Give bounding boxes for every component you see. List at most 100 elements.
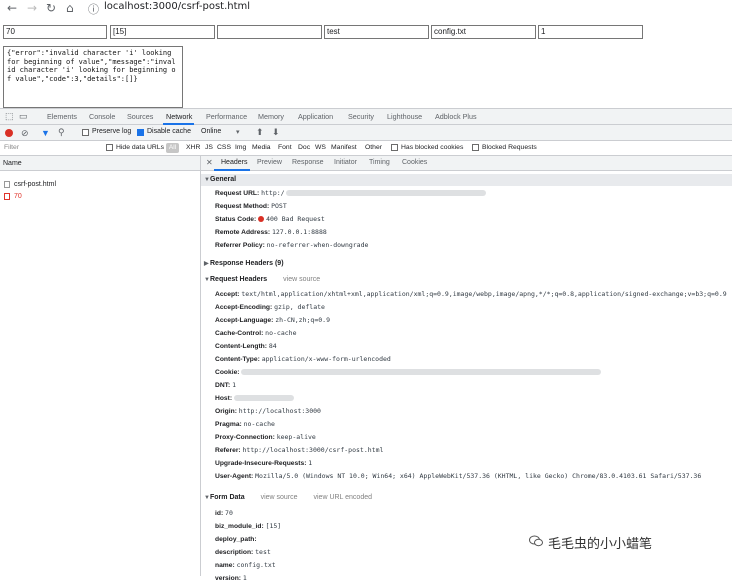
request-details: ✕ Headers Preview Response Initiator Tim…	[201, 156, 732, 582]
filter-xhr[interactable]: XHR	[186, 144, 200, 151]
biz-module-id-input[interactable]: [15]	[110, 25, 215, 39]
tab-network[interactable]: Network	[166, 112, 192, 121]
tab-response[interactable]: Response	[292, 159, 324, 166]
tab-sources[interactable]: Sources	[127, 112, 153, 121]
redacted-blur	[233, 395, 294, 402]
version-input[interactable]: 1	[538, 25, 643, 39]
chevron-down-icon[interactable]: ▾	[236, 128, 240, 136]
tab-initiator[interactable]: Initiator	[334, 159, 357, 166]
preserve-log-checkbox[interactable]	[82, 129, 89, 136]
form-row: description: test	[215, 548, 271, 556]
tab-security[interactable]: Security	[348, 112, 374, 121]
forward-icon[interactable]: →	[27, 1, 37, 15]
triangle-down-icon: ▼	[204, 177, 210, 183]
filter-img[interactable]: Img	[235, 144, 246, 151]
header-row: Cache-Control: no-cache	[215, 329, 297, 337]
has-blocked-cookies-label: Has blocked cookies	[401, 144, 464, 151]
disable-cache-label: Disable cache	[147, 128, 191, 135]
preserve-log-label: Preserve log	[92, 128, 132, 135]
filter-manifest[interactable]: Manifest	[331, 144, 357, 151]
referrer-policy-row: Referrer Policy: no-referrer-when-downgr…	[215, 241, 369, 249]
cookie-row: Cookie:	[215, 368, 602, 377]
filter-ws[interactable]: WS	[315, 144, 326, 151]
remote-address-row: Remote Address: 127.0.0.1:8888	[215, 228, 327, 236]
has-blocked-cookies-checkbox[interactable]	[391, 144, 398, 151]
wechat-icon	[529, 535, 543, 547]
tab-lighthouse[interactable]: Lighthouse	[387, 112, 422, 121]
filter-js[interactable]: JS	[205, 144, 213, 151]
response-headers-section-header[interactable]: ▶ Response Headers (9)	[201, 258, 732, 270]
tab-preview[interactable]: Preview	[257, 159, 282, 166]
close-icon[interactable]: ✕	[206, 158, 213, 167]
home-icon[interactable]: ⌂	[66, 1, 74, 15]
active-tab-indicator	[214, 169, 250, 171]
tab-cookies[interactable]: Cookies	[402, 159, 427, 166]
tab-headers[interactable]: Headers	[221, 159, 247, 166]
triangle-right-icon: ▶	[204, 261, 209, 267]
search-icon[interactable]: ⚲	[58, 127, 65, 138]
hide-data-urls-checkbox[interactable]	[106, 144, 113, 151]
throttle-select[interactable]: Online	[201, 128, 221, 135]
triangle-down-icon: ▼	[204, 495, 210, 501]
request-row-70[interactable]: 70	[0, 191, 200, 202]
export-icon[interactable]: ⬇	[272, 127, 280, 138]
filter-other[interactable]: Other	[365, 144, 382, 151]
name-input[interactable]: config.txt	[431, 25, 536, 39]
back-icon[interactable]: ←	[7, 1, 17, 15]
blocked-requests-checkbox[interactable]	[472, 144, 479, 151]
clear-icon[interactable]: ⊘	[21, 128, 29, 139]
record-icon[interactable]	[5, 129, 13, 137]
filter-icon[interactable]: ▼	[41, 128, 50, 138]
blocked-requests-label: Blocked Requests	[482, 144, 537, 151]
request-url-row: Request URL: http:/	[215, 189, 487, 198]
tab-console[interactable]: Console	[89, 112, 115, 121]
general-section-header[interactable]: ▼ General	[201, 174, 732, 186]
form-row: id: 70	[215, 509, 233, 517]
document-icon	[4, 181, 10, 188]
disable-cache-checkbox[interactable]	[137, 129, 144, 136]
reload-icon[interactable]: ↻	[46, 1, 56, 15]
address-bar[interactable]: localhost:3000/csrf-post.html	[104, 1, 250, 12]
page-content: 70 [15] test config.txt 1 {"error":"inva…	[0, 16, 732, 108]
form-row: deploy_path:	[215, 536, 257, 543]
form-data-section-header[interactable]: ▼ Form Data view source view URL encoded	[201, 492, 732, 504]
filter-all[interactable]: All	[166, 143, 179, 153]
devtools-panel: ⬚ ▭ Elements Console Sources Network Per…	[0, 108, 732, 582]
description-input[interactable]: test	[324, 25, 429, 39]
tab-elements[interactable]: Elements	[47, 112, 77, 121]
info-icon[interactable]: ⓘ	[88, 1, 99, 17]
watermark: 毛毛虫的小小蜡笔	[548, 537, 653, 552]
devtools-tabbar: ⬚ ▭ Elements Console Sources Network Per…	[0, 109, 732, 125]
view-url-encoded-link[interactable]: view URL encoded	[314, 494, 373, 501]
status-error-icon	[258, 216, 265, 223]
redacted-blur	[241, 369, 602, 376]
name-column-header[interactable]: Name	[0, 156, 200, 171]
filter-doc[interactable]: Doc	[298, 144, 310, 151]
view-source-link[interactable]: view source	[283, 276, 320, 283]
tab-timing[interactable]: Timing	[369, 159, 390, 166]
tab-application[interactable]: Application	[298, 112, 333, 121]
filter-input[interactable]: Filter	[4, 144, 19, 151]
header-row: DNT: 1	[215, 381, 237, 389]
filter-css[interactable]: CSS	[217, 144, 231, 151]
id-input[interactable]: 70	[3, 25, 107, 39]
tab-adblock-plus[interactable]: Adblock Plus	[435, 112, 477, 121]
filter-media[interactable]: Media	[252, 144, 271, 151]
form-row: name: config.txt	[215, 561, 276, 569]
tab-performance[interactable]: Performance	[206, 112, 247, 121]
view-source-link[interactable]: view source	[261, 494, 298, 501]
device-toggle-icon[interactable]: ▭	[19, 111, 28, 122]
response-textarea[interactable]: {"error":"invalid character 'i' looking …	[3, 46, 183, 108]
form-row: biz_module_id: [15]	[215, 522, 282, 530]
filter-font[interactable]: Font	[278, 144, 292, 151]
header-row: Origin: http://localhost:3000	[215, 407, 321, 415]
deploy-path-input[interactable]	[217, 25, 322, 39]
import-icon[interactable]: ⬆	[256, 127, 264, 138]
detail-tabbar: ✕ Headers Preview Response Initiator Tim…	[201, 156, 732, 171]
header-row: Proxy-Connection: keep-alive	[215, 433, 316, 441]
request-row-csrf-post[interactable]: csrf-post.html	[0, 179, 200, 190]
request-headers-section-header[interactable]: ▼ Request Headers view source	[201, 274, 732, 286]
inspect-icon[interactable]: ⬚	[5, 111, 14, 122]
header-row: Accept-Language: zh-CN,zh;q=0.9	[215, 316, 330, 324]
tab-memory[interactable]: Memory	[258, 112, 284, 121]
